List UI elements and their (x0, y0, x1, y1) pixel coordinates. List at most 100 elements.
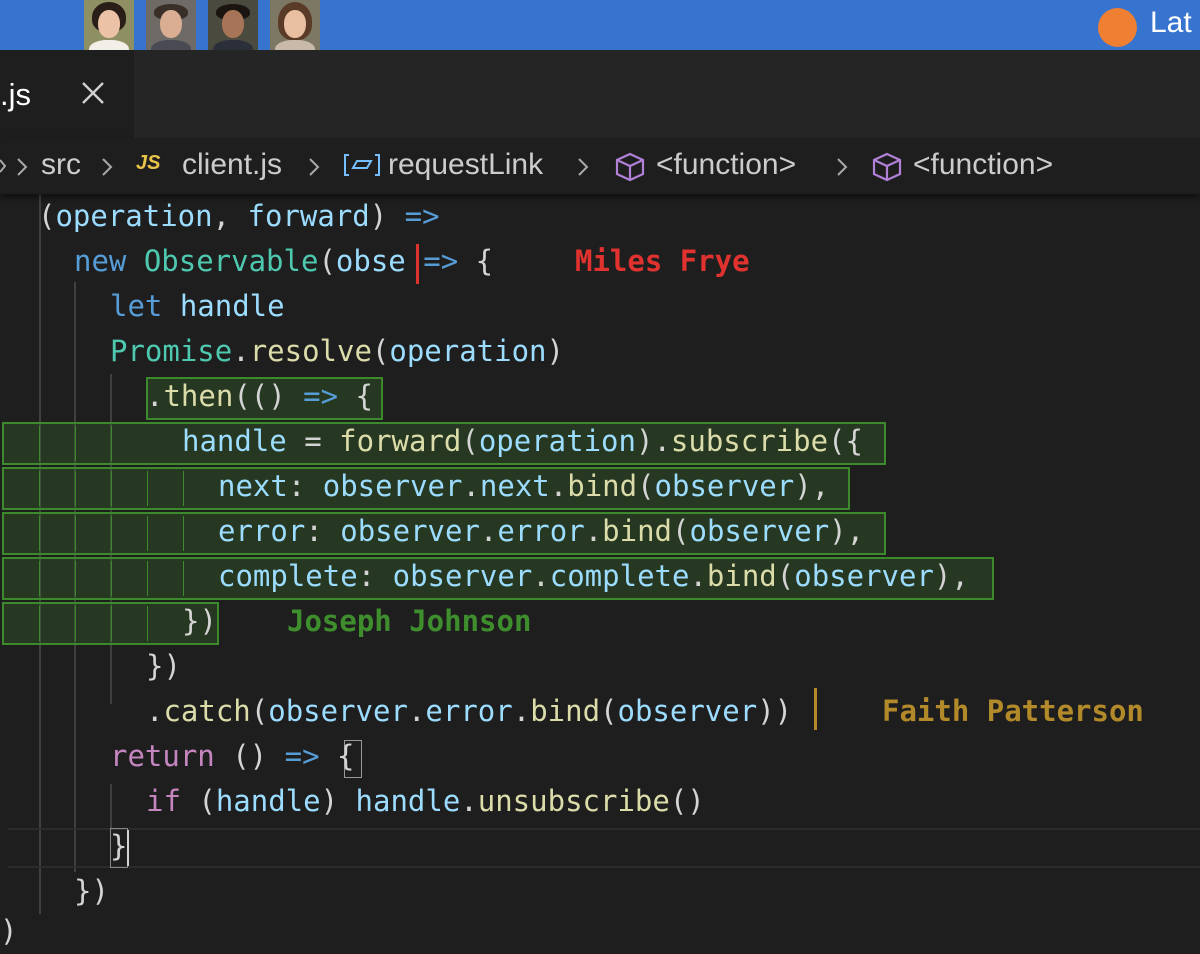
code-token: . (460, 784, 478, 818)
code-token: bind (706, 559, 777, 593)
js-file-icon: JS (136, 152, 161, 174)
code-token: observer (617, 694, 758, 728)
code-line[interactable]: next: observer.next.bind(observer), (218, 464, 829, 509)
code-line[interactable]: let handle (110, 284, 285, 329)
chevron-right-icon (0, 159, 6, 173)
live-status-label[interactable]: Lat (1150, 6, 1192, 40)
current-line-highlight (8, 828, 1200, 868)
breadcrumb-item-function[interactable]: <function> (656, 148, 796, 182)
cube-icon (872, 152, 902, 182)
code-token: handle (182, 424, 287, 458)
tab-label: .js (0, 77, 31, 112)
code-token: : (287, 469, 323, 503)
code-token: : (357, 559, 393, 593)
code-token: Observable (143, 244, 319, 278)
code-token: then (163, 379, 234, 413)
code-line[interactable]: handle = forward(operation).subscribe({ (182, 419, 863, 464)
code-token: . (146, 694, 164, 728)
chevron-right-icon (102, 158, 113, 176)
code-line[interactable]: Promise.resolve(operation) (110, 329, 564, 374)
collaborator-name-label: Miles Frye (575, 244, 750, 278)
collaborator-cursor (416, 244, 419, 284)
code-token: observer (654, 469, 795, 503)
code-token: ( (180, 784, 216, 818)
code-token: { (458, 244, 494, 278)
code-token: => (303, 379, 339, 413)
collaborator-avatar[interactable] (270, 0, 320, 50)
code-token: operation (478, 424, 636, 458)
code-token: . (232, 334, 250, 368)
text-cursor (127, 830, 129, 866)
code-line[interactable]: complete: observer.complete.bind(observe… (218, 554, 969, 599)
live-share-bar: Lat (0, 0, 1200, 50)
code-token: ( (600, 694, 618, 728)
code-token: . (407, 694, 426, 728)
code-token: ) (369, 199, 405, 233)
collaborator-avatar[interactable] (208, 0, 258, 50)
collaborator-name-label: Joseph Johnson (287, 604, 532, 638)
indent-guide (110, 784, 112, 828)
code-token: )) (757, 694, 793, 728)
code-token: , (212, 199, 248, 233)
code-token: complete (549, 559, 690, 593)
collaborator-name-label: Faith Patterson (882, 694, 1144, 728)
code-token: forward (339, 424, 462, 458)
code-token: handle (215, 784, 321, 818)
variable-icon (344, 154, 380, 176)
code-line[interactable]: if (handle) handle.unsubscribe() (146, 779, 705, 824)
breadcrumb-item-src[interactable]: src (41, 148, 81, 182)
code-token: }) (146, 649, 181, 683)
chevron-right-icon (578, 158, 589, 176)
code-token: operation (389, 334, 547, 368)
breadcrumb-item-requestlink[interactable]: requestLink (388, 148, 543, 182)
code-token: return (110, 739, 215, 773)
code-token: { (338, 379, 373, 413)
collaborator-avatar[interactable] (84, 0, 134, 50)
code-line[interactable]: }) (146, 644, 181, 689)
code-token: next (218, 469, 288, 503)
code-token: ), (933, 559, 969, 593)
code-line[interactable]: error: observer.error.bind(observer), (218, 509, 864, 554)
code-line[interactable]: return () => { (110, 734, 354, 779)
code-line[interactable]: .catch(observer.error.bind(observer)) (146, 689, 792, 734)
code-line[interactable]: (operation, forward) => (38, 194, 440, 239)
code-token: (() (233, 379, 304, 413)
code-line[interactable]: } (110, 824, 127, 869)
code-token: => (423, 244, 459, 278)
code-editor[interactable]: (operation, forward) => new Observable(o… (0, 194, 1200, 948)
close-icon[interactable] (80, 80, 106, 106)
code-token: unsubscribe (477, 784, 670, 818)
code-token: observer (268, 694, 408, 728)
code-token: next (479, 469, 550, 503)
breadcrumb-item-client-js[interactable]: client.js (182, 148, 282, 182)
code-line[interactable]: }) (74, 869, 109, 914)
code-token: ). (635, 424, 671, 458)
code-token: ), (829, 514, 865, 548)
code-token: ( (371, 334, 390, 368)
code-token: ( (776, 559, 795, 593)
code-token: . (584, 514, 603, 548)
tab-client-js[interactable]: .js (0, 50, 134, 138)
code-token: handle (355, 784, 461, 818)
code-line[interactable]: }) (182, 599, 217, 644)
code-token: . (549, 469, 568, 503)
code-token: ( (672, 514, 690, 548)
code-token: . (689, 559, 707, 593)
code-token: error (425, 694, 513, 728)
code-line[interactable]: .then(() => { (146, 374, 373, 419)
code-token: = (286, 424, 340, 458)
code-token: }) (74, 874, 109, 908)
code-token: observer (794, 559, 934, 593)
code-token: bind (567, 469, 638, 503)
code-token: complete (218, 559, 358, 593)
code-token: () (214, 739, 285, 773)
code-token: operation (55, 199, 213, 233)
collaborator-avatar[interactable] (146, 0, 196, 50)
code-token: error (497, 514, 585, 548)
code-line[interactable]: new Observable(obse => { (74, 239, 493, 284)
code-token: ({ (828, 424, 863, 458)
live-status-dot[interactable] (1098, 8, 1137, 47)
code-token: : (305, 514, 341, 548)
breadcrumb-item-function[interactable]: <function> (913, 148, 1053, 182)
